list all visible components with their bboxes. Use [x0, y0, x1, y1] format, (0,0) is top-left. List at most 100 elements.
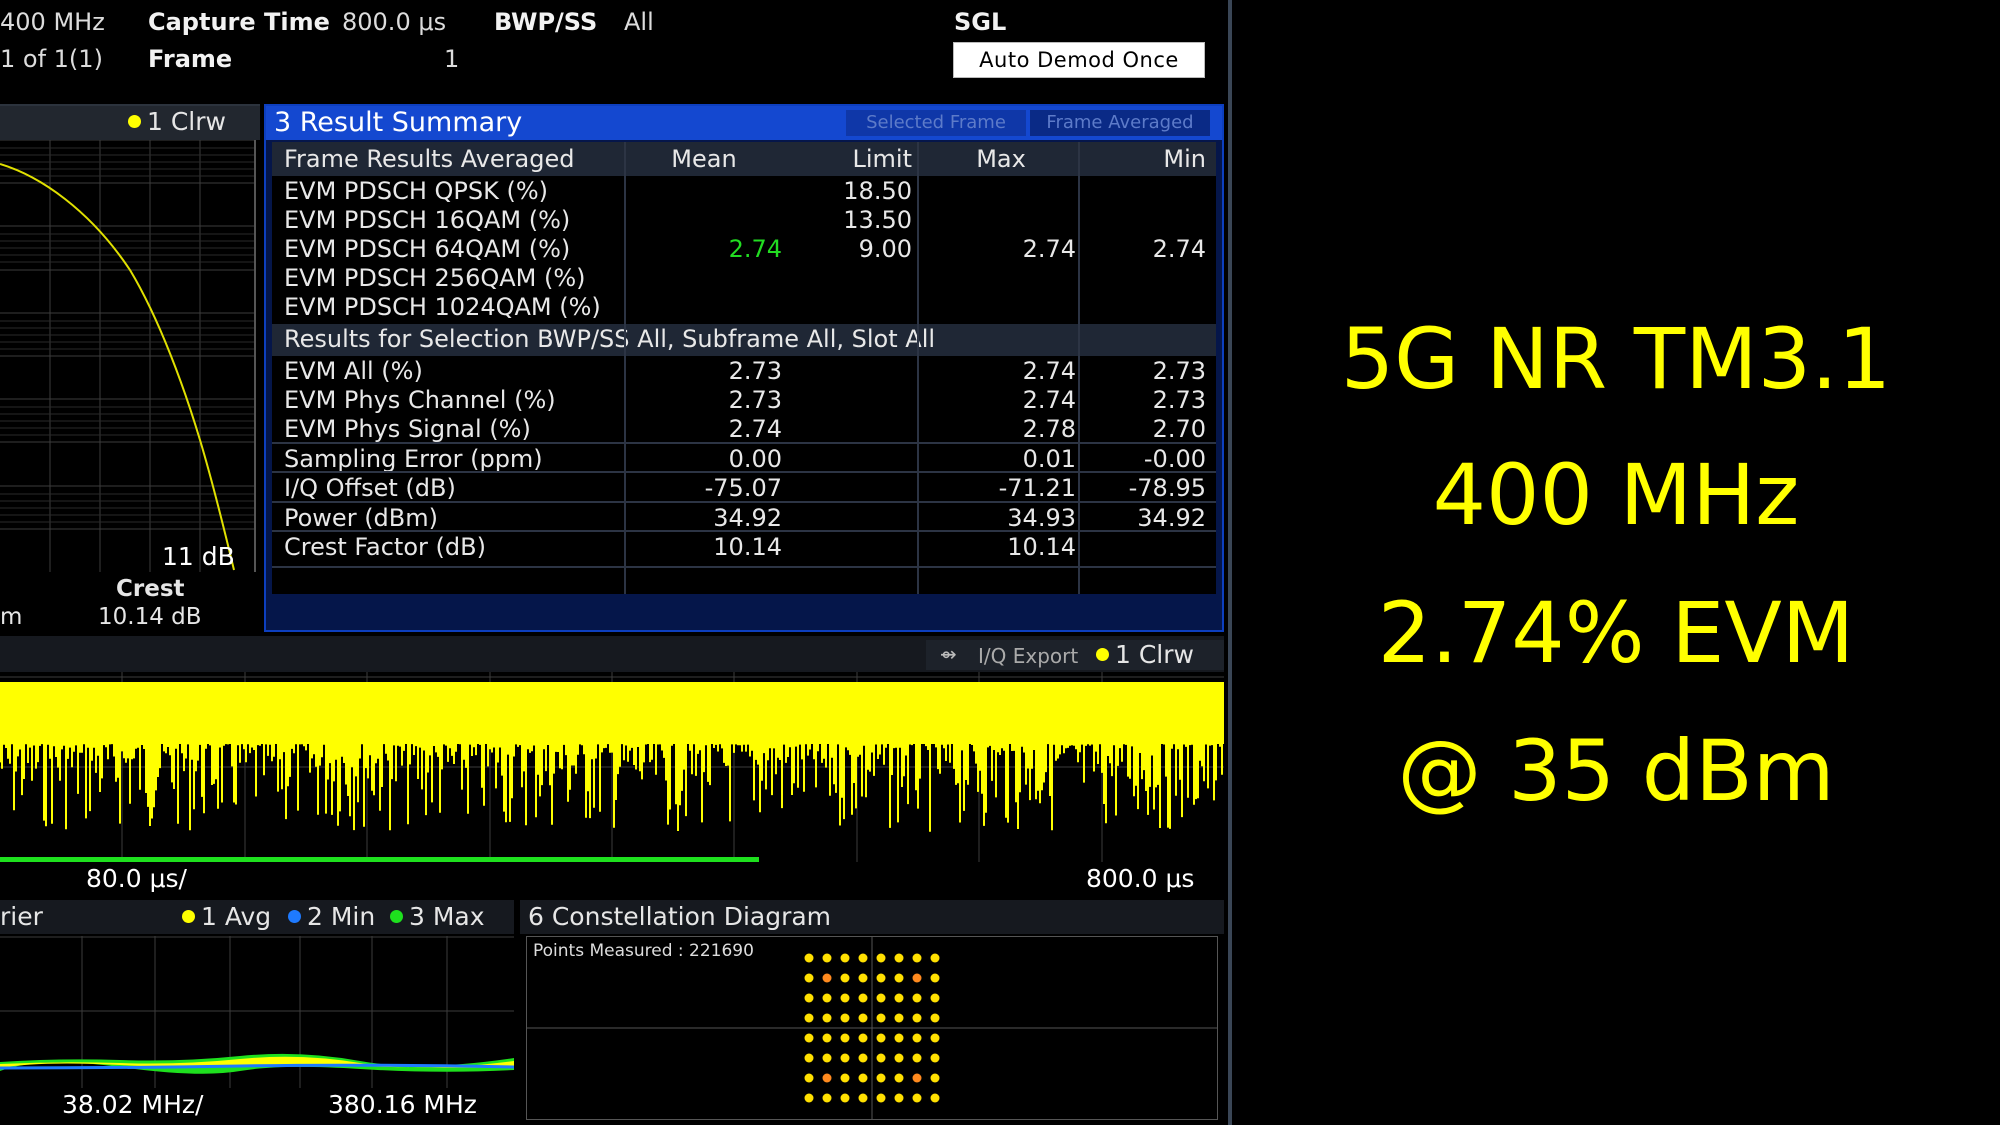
overlay-line-evm: 2.74% EVM — [1377, 584, 1855, 682]
time-trace-noise — [0, 744, 1223, 832]
spectrum-panel: rier 1 Avg 2 Min 3 Max 38.02 MHz/ 380.16… — [0, 900, 515, 1125]
row-label: EVM Phys Signal (%) — [284, 415, 531, 443]
constellation-point — [894, 1033, 904, 1043]
tab-selected-frame[interactable]: Selected Frame — [846, 110, 1026, 136]
measurement-header: 400 MHz Capture Time 800.0 μs BWP/SS All… — [0, 0, 1228, 103]
constellation-point — [858, 1073, 868, 1083]
row-label: EVM PDSCH 1024QAM (%) — [284, 293, 601, 321]
result-summary-table: Frame Results Averaged Mean Limit Max Mi… — [272, 142, 1216, 594]
tab-frame-averaged[interactable]: Frame Averaged — [1030, 110, 1210, 136]
trace2-label: 2 Min — [307, 902, 376, 931]
capture-progress-bar — [0, 857, 759, 862]
frame-value: 1 — [444, 45, 460, 73]
row-max: 2.78 — [1022, 415, 1076, 443]
row-max: 10.14 — [1007, 533, 1076, 561]
column-header-mean: Mean — [671, 145, 737, 173]
spectrum-trace1-legend: 1 Avg — [182, 902, 271, 931]
constellation-point — [876, 1013, 886, 1023]
spectrum-title: rier — [0, 902, 43, 931]
constellation-point — [930, 973, 940, 983]
constellation-point — [930, 1053, 940, 1063]
constellation-point — [894, 953, 904, 963]
row-label: EVM PDSCH 256QAM (%) — [284, 264, 586, 292]
constellation-point — [804, 953, 814, 963]
constellation-point — [804, 973, 814, 983]
row-divider — [272, 442, 1216, 444]
constellation-point — [858, 953, 868, 963]
row-mean: 10.14 — [713, 533, 782, 561]
row-min: 2.74 — [1152, 235, 1206, 263]
sgl-indicator: SGL — [954, 8, 1007, 36]
constellation-point — [858, 1053, 868, 1063]
spectrum-x-end-label: 380.16 MHz — [328, 1090, 477, 1119]
blue-dot-icon — [288, 909, 301, 923]
spectrum-trace3-legend: 3 Max — [390, 902, 485, 931]
constellation-point — [840, 1093, 850, 1103]
constellation-point — [804, 1033, 814, 1043]
row-max: -71.21 — [998, 474, 1076, 502]
analyzer-screen: 400 MHz Capture Time 800.0 μs BWP/SS All… — [0, 0, 1228, 1125]
constellation-point — [840, 993, 850, 1003]
result-summary-panel: 3 Result Summary Selected Frame Frame Av… — [264, 104, 1224, 632]
ccdf-cut-label: m — [0, 604, 23, 630]
constellation-point — [804, 1013, 814, 1023]
ccdf-trace-legend[interactable]: 1 Clrw — [128, 107, 226, 136]
constellation-point — [822, 1093, 832, 1103]
iq-export-tab[interactable]: ⇴ I/Q Export 1 Clrw — [926, 640, 1224, 670]
constellation-point — [930, 1033, 940, 1043]
overlay-line-standard: 5G NR TM3.1 — [1340, 310, 1892, 408]
constellation-plot[interactable]: Points Measured : 221690 — [526, 936, 1218, 1120]
row-min: 2.70 — [1152, 415, 1206, 443]
ccdf-plot[interactable] — [0, 139, 256, 572]
iq-export-label: I/Q Export — [978, 644, 1079, 668]
row-mean: 2.74 — [728, 415, 782, 443]
green-dot-icon — [390, 909, 403, 923]
row-max: 0.01 — [1022, 445, 1076, 473]
row-mean: 2.73 — [728, 386, 782, 414]
yellow-dot-icon — [1096, 647, 1109, 661]
overlay-line-power: @ 35 dBm — [1397, 722, 1835, 820]
row-limit: 18.50 — [843, 177, 912, 205]
constellation-point — [822, 1013, 832, 1023]
row-mean: 34.92 — [713, 504, 782, 532]
constellation-point — [840, 973, 850, 983]
constellation-point — [858, 1093, 868, 1103]
constellation-point — [876, 973, 886, 983]
constellation-point — [930, 1073, 940, 1083]
ccdf-trace — [0, 163, 235, 571]
row-max: 2.74 — [1022, 357, 1076, 385]
ccdf-x-end-label: 11 dB — [162, 542, 235, 571]
constellation-point — [822, 993, 832, 1003]
row-label: EVM PDSCH 16QAM (%) — [284, 206, 571, 234]
ccdf-title-bar: 1 Clrw — [0, 104, 260, 140]
spectrum-trace2-legend: 2 Min — [288, 902, 375, 931]
constellation-point — [822, 1073, 832, 1083]
constellation-point — [876, 1073, 886, 1083]
frame-count: 1 of 1(1) — [0, 45, 103, 73]
spectrum-title-bar: rier 1 Avg 2 Min 3 Max — [0, 900, 514, 934]
crest-label: Crest — [116, 576, 185, 602]
row-mean: -75.07 — [704, 474, 782, 502]
row-min: 2.73 — [1152, 357, 1206, 385]
row-min: -78.95 — [1128, 474, 1206, 502]
constellation-point — [894, 1073, 904, 1083]
auto-demod-once-button[interactable]: Auto Demod Once — [953, 42, 1205, 78]
constellation-point — [912, 953, 922, 963]
constellation-point — [912, 1093, 922, 1103]
constellation-point — [912, 1073, 922, 1083]
column-header-limit: Limit — [852, 145, 913, 173]
constellation-point — [858, 993, 868, 1003]
frame-label: Frame — [148, 45, 233, 73]
constellation-point — [894, 1013, 904, 1023]
constellation-point — [840, 1053, 850, 1063]
time-domain-plot[interactable] — [0, 672, 1224, 862]
constellation-point — [804, 993, 814, 1003]
spectrum-plot[interactable] — [0, 936, 515, 1088]
constellation-point — [804, 1073, 814, 1083]
constellation-point — [804, 1093, 814, 1103]
row-label: I/Q Offset (dB) — [284, 474, 456, 502]
time-trace-band — [0, 682, 1224, 744]
constellation-point — [930, 953, 940, 963]
trace1-label: 1 Avg — [201, 902, 272, 931]
row-max: 2.74 — [1022, 235, 1076, 263]
